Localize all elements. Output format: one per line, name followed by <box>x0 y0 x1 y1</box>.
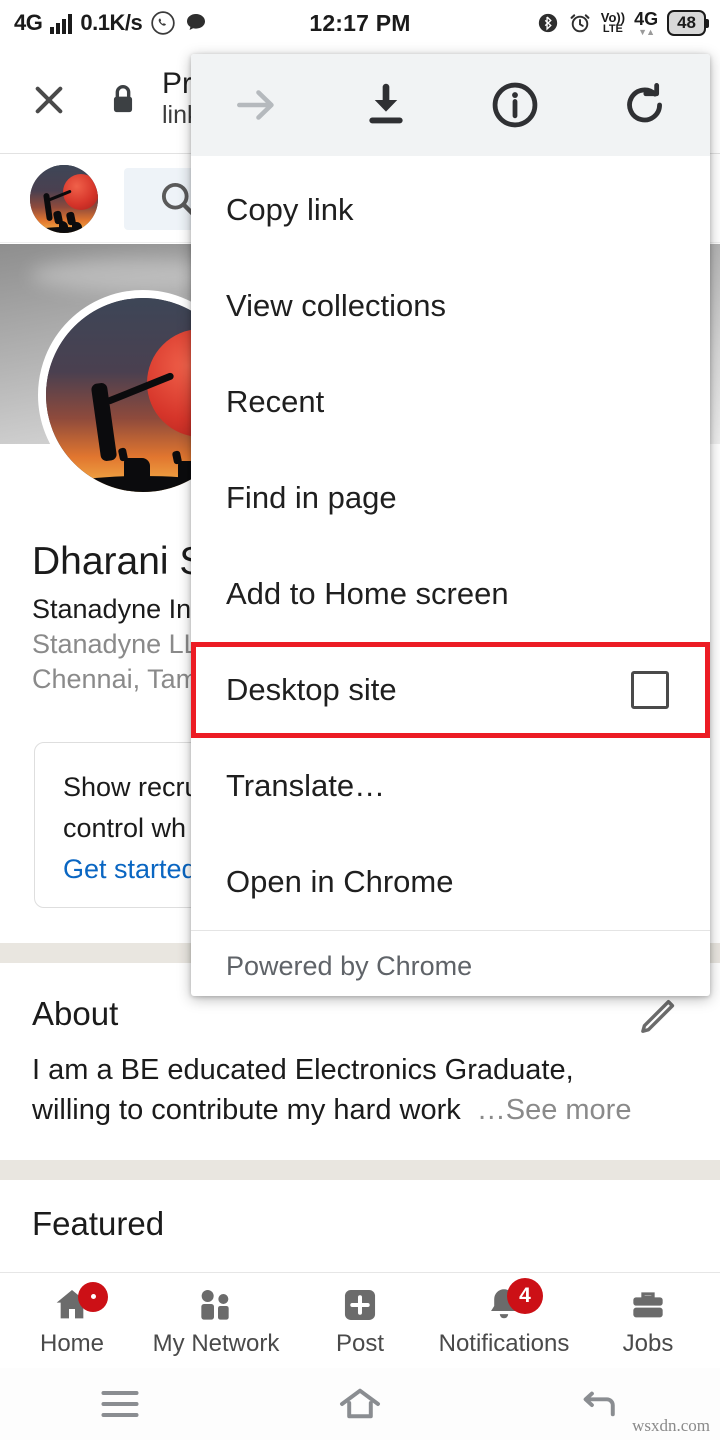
menu-item-add-to-home-screen[interactable]: Add to Home screen <box>191 546 710 642</box>
bell-icon: 4 <box>483 1277 543 1326</box>
phone-screen: 4G 0.1K/s 12:17 PM Vo)) LTE 4G ▼▲ 48 Pro… <box>0 0 720 1440</box>
section-divider-band-2 <box>0 1160 720 1180</box>
about-line-2: willing to contribute my hard work <box>32 1094 461 1127</box>
back-arrow-icon <box>583 1391 615 1417</box>
chrome-overflow-menu: Copy link View collections Recent Find i… <box>191 54 710 996</box>
menu-item-label: Recent <box>226 384 325 419</box>
nav-item-jobs[interactable]: Jobs <box>576 1284 720 1358</box>
menu-item-open-in-chrome[interactable]: Open in Chrome <box>191 834 710 930</box>
avatar[interactable] <box>30 164 98 233</box>
chrome-menu-list: Copy link View collections Recent Find i… <box>191 156 710 930</box>
lock-icon[interactable] <box>106 80 140 120</box>
desktop-site-checkbox[interactable] <box>631 671 669 709</box>
bluetooth-icon <box>538 13 557 33</box>
nav-label-home: Home <box>39 1329 105 1357</box>
network-type-right-label: 4G <box>634 8 659 29</box>
info-icon[interactable] <box>451 79 581 131</box>
menu-item-find-in-page[interactable]: Find in page <box>191 450 710 546</box>
menu-item-recent[interactable]: Recent <box>191 354 710 450</box>
menu-item-copy-link[interactable]: Copy link <box>191 162 710 258</box>
menu-item-label: Desktop site <box>226 672 397 707</box>
close-icon[interactable] <box>22 73 76 127</box>
forward-arrow-icon[interactable] <box>191 80 321 130</box>
about-line-1: I am a BE educated Electronics Graduate, <box>32 1054 574 1086</box>
alarm-icon <box>570 14 590 33</box>
nav-item-home[interactable]: Home <box>0 1281 144 1358</box>
menu-item-desktop-site[interactable]: Desktop site <box>191 642 710 738</box>
chrome-menu-toolbar <box>191 54 710 156</box>
menu-item-label: View collections <box>226 288 446 323</box>
volte-indicator: Vo)) LTE <box>601 11 625 35</box>
menu-item-label: Find in page <box>226 480 397 515</box>
powered-by-chrome-label: Powered by Chrome <box>191 930 710 1002</box>
volte-bottom-label: LTE <box>602 22 623 35</box>
about-body: I am a BE educated Electronics Graduate,… <box>32 1050 692 1130</box>
download-icon[interactable] <box>321 80 451 130</box>
nav-label-notifications: Notifications <box>438 1329 570 1357</box>
reload-icon[interactable] <box>580 80 710 130</box>
briefcase-icon <box>627 1284 669 1326</box>
nav-label-jobs: Jobs <box>622 1329 674 1357</box>
nav-label-my-network: My Network <box>152 1329 280 1357</box>
home-badge <box>78 1281 108 1312</box>
nav-label-post: Post <box>335 1329 385 1357</box>
menu-lines-icon <box>101 1390 139 1418</box>
android-navigation-bar <box>0 1368 720 1440</box>
home-icon <box>50 1281 108 1326</box>
plus-square-icon <box>339 1284 381 1326</box>
menu-item-label: Add to Home screen <box>226 576 509 611</box>
nav-item-post[interactable]: Post <box>288 1284 432 1358</box>
menu-item-label: Translate… <box>226 768 386 803</box>
about-line-2-wrap: willing to contribute my hard work …See m… <box>32 1090 692 1130</box>
bottom-navigation: Home My Network Post 4 Notifications Job… <box>0 1272 720 1368</box>
featured-title: Featured <box>32 1205 165 1242</box>
home-button[interactable] <box>240 1386 480 1422</box>
menu-item-translate[interactable]: Translate… <box>191 738 710 834</box>
nav-item-notifications[interactable]: 4 Notifications <box>432 1277 576 1358</box>
people-icon <box>193 1284 239 1326</box>
menu-item-label: Open in Chrome <box>226 864 454 899</box>
battery-indicator: 48 <box>667 10 709 36</box>
see-more-link[interactable]: …See more <box>477 1094 632 1126</box>
watermark: wsxdn.com <box>632 1416 710 1435</box>
network-indicator-right: 4G ▼▲ <box>634 10 658 37</box>
home-outline-icon <box>340 1388 380 1419</box>
status-bar: 4G 0.1K/s 12:17 PM Vo)) LTE 4G ▼▲ 48 <box>0 0 720 46</box>
menu-item-label: Copy link <box>226 192 354 227</box>
notifications-badge: 4 <box>507 1277 543 1314</box>
menu-item-view-collections[interactable]: View collections <box>191 258 710 354</box>
recents-button[interactable] <box>0 1387 240 1421</box>
nav-item-my-network[interactable]: My Network <box>144 1284 288 1358</box>
about-title: About <box>32 995 119 1032</box>
data-arrows-icon: ▼▲ <box>638 26 655 37</box>
status-bar-right: Vo)) LTE 4G ▼▲ 48 <box>537 10 709 37</box>
